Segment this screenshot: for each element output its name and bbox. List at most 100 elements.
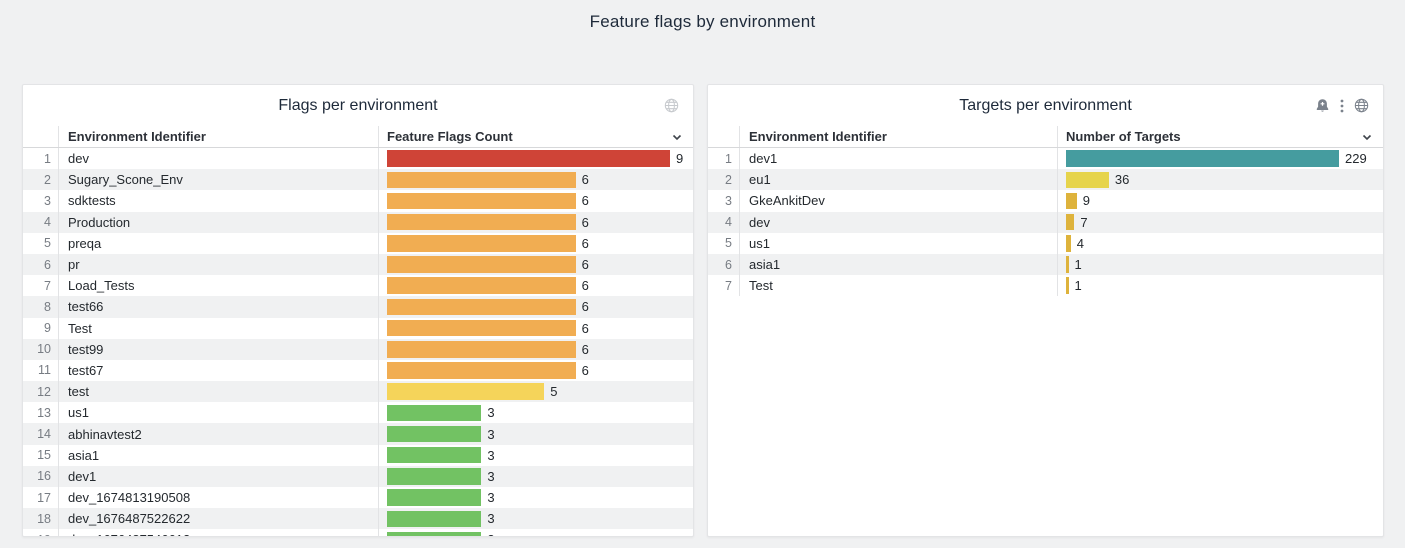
row-number: 10: [23, 339, 58, 360]
kebab-menu-icon[interactable]: [1340, 99, 1344, 113]
panel-icons: [1315, 85, 1369, 126]
column-header-environment[interactable]: Environment Identifier: [58, 126, 378, 147]
environment-cell: asia1: [739, 254, 1057, 275]
row-number: 14: [23, 423, 58, 444]
value-cell: 3: [378, 529, 693, 537]
chevron-down-icon[interactable]: [1360, 130, 1374, 147]
panel-title[interactable]: Targets per environment: [959, 97, 1132, 115]
environment-cell: preqa: [58, 233, 378, 254]
value-cell: 6: [378, 360, 693, 381]
chevron-down-icon[interactable]: [670, 130, 684, 147]
table-row: 2Sugary_Scone_Env6: [23, 169, 693, 190]
table-row: 3GkeAnkitDev9: [708, 190, 1383, 211]
bar-gauge: [387, 362, 576, 379]
table-row: 4dev7: [708, 212, 1383, 233]
bar-gauge: [1066, 235, 1071, 252]
value-cell: 7: [1057, 212, 1383, 233]
value-cell: 6: [378, 254, 693, 275]
bar-value: 6: [582, 321, 589, 336]
bar-value: 3: [487, 427, 494, 442]
bar-value: 9: [676, 151, 683, 166]
bar-value: 7: [1080, 215, 1087, 230]
bar-value: 3: [487, 532, 494, 537]
table-row: 12test5: [23, 381, 693, 402]
row-number-header: [708, 126, 739, 147]
bar-gauge: [387, 383, 544, 400]
environment-cell: dev_1676487546612: [58, 529, 378, 537]
column-header-targets[interactable]: Number of Targets: [1057, 126, 1383, 147]
bar-gauge: [1066, 277, 1069, 294]
column-header-environment[interactable]: Environment Identifier: [739, 126, 1057, 147]
bar-value: 1: [1075, 278, 1082, 293]
table-row: 3sdktests6: [23, 190, 693, 211]
bar-value: 5: [550, 384, 557, 399]
bar-value: 6: [582, 363, 589, 378]
environment-cell: Sugary_Scone_Env: [58, 169, 378, 190]
bar-value: 6: [582, 257, 589, 272]
bar-value: 3: [487, 511, 494, 526]
bar-value: 6: [582, 236, 589, 251]
bar-gauge: [387, 256, 576, 273]
table-body: 1dev12292eu1363GkeAnkitDev94dev75us146as…: [708, 148, 1383, 296]
environment-cell: Production: [58, 212, 378, 233]
environment-cell: Test: [58, 318, 378, 339]
row-number: 7: [708, 275, 739, 296]
table-row: 1dev9: [23, 148, 693, 169]
table-row: 6pr6: [23, 254, 693, 275]
bar-gauge: [387, 299, 576, 316]
table-row: 8test666: [23, 296, 693, 317]
panel-header: Flags per environment: [23, 85, 693, 126]
row-number: 15: [23, 445, 58, 466]
row-number: 2: [708, 169, 739, 190]
table-row: 5preqa 6: [23, 233, 693, 254]
value-cell: 9: [378, 148, 693, 169]
environment-cell: asia1: [58, 445, 378, 466]
bar-value: 3: [487, 490, 494, 505]
value-cell: 6: [378, 339, 693, 360]
row-number: 11: [23, 360, 58, 381]
bar-gauge: [1066, 150, 1339, 167]
row-number: 7: [23, 275, 58, 296]
row-number: 17: [23, 487, 58, 508]
environment-cell: Test: [739, 275, 1057, 296]
row-number: 5: [708, 233, 739, 254]
row-number: 19: [23, 529, 58, 537]
value-cell: 229: [1057, 148, 1383, 169]
globe-icon[interactable]: [1354, 98, 1369, 113]
bar-gauge: [1066, 256, 1069, 273]
bar-value: 6: [582, 299, 589, 314]
table-row: 17dev_16748131905083: [23, 487, 693, 508]
value-cell: 6: [378, 296, 693, 317]
bar-gauge: [387, 405, 481, 422]
bar-value: 4: [1077, 236, 1084, 251]
bar-gauge: [387, 447, 481, 464]
bar-gauge: [387, 426, 481, 443]
bar-value: 36: [1115, 172, 1129, 187]
globe-icon[interactable]: [664, 98, 679, 113]
bar-value: 3: [487, 448, 494, 463]
environment-cell: test99: [58, 339, 378, 360]
environment-cell: dev1: [739, 148, 1057, 169]
row-number: 3: [23, 190, 58, 211]
table-row: 1dev1229: [708, 148, 1383, 169]
column-header-count[interactable]: Feature Flags Count: [378, 126, 693, 147]
bar-gauge: [387, 532, 481, 537]
panel-title[interactable]: Flags per environment: [278, 97, 437, 115]
row-number-header: [23, 126, 58, 147]
bell-plus-icon[interactable]: [1315, 98, 1330, 113]
bar-gauge: [387, 235, 576, 252]
value-cell: 3: [378, 466, 693, 487]
value-cell: 3: [378, 423, 693, 444]
row-number: 9: [23, 318, 58, 339]
table-row: 14abhinavtest23: [23, 423, 693, 444]
panel-icons: [664, 85, 679, 126]
table-row: 13us13: [23, 402, 693, 423]
bar-gauge: [387, 277, 576, 294]
row-number: 2: [23, 169, 58, 190]
value-cell: 1: [1057, 254, 1383, 275]
environment-cell: sdktests: [58, 190, 378, 211]
row-number: 5: [23, 233, 58, 254]
bar-gauge: [1066, 214, 1074, 231]
value-cell: 6: [378, 275, 693, 296]
table-row: 19dev_1676487546612 3: [23, 529, 693, 537]
